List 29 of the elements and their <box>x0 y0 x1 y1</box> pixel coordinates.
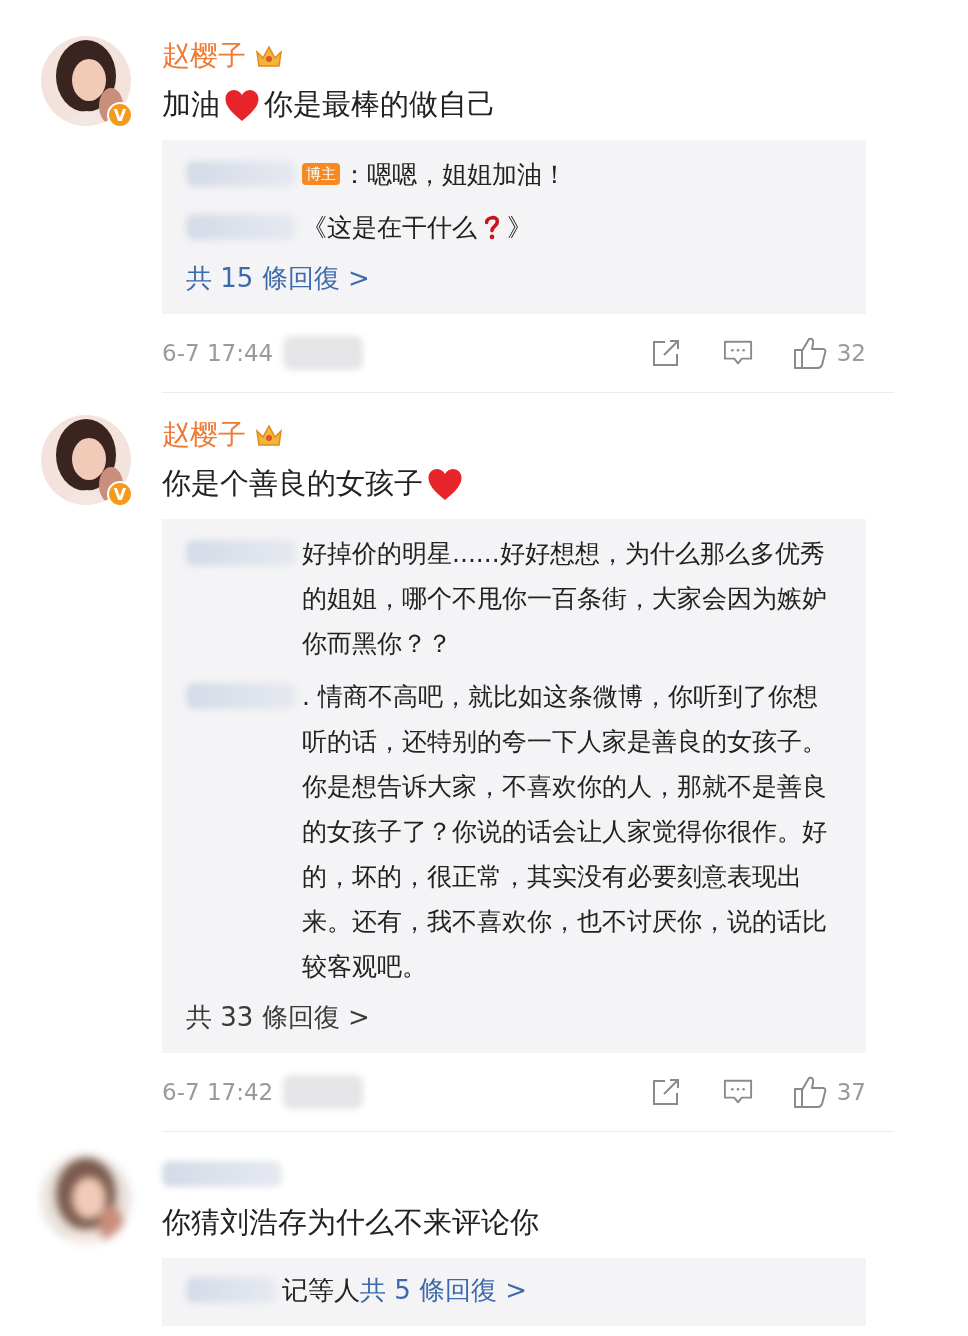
author-badge: 博主 <box>302 163 340 185</box>
reply-text: . 情商不高吧，就比如这条微博，你听到了你想听的话，还特别的夸一下人家是善良的女孩子。你是想告诉大家，不喜欢你的人，那就不是善良的女孩子了？你说的话会让人家觉得你很作。好的，坏的，很正常，其实没有必要刻意表现出来。还有，我不喜欢你，也不讨厌你，说的话比较客观吧。 <box>302 681 828 983</box>
username[interactable]: 赵樱子 <box>162 416 246 454</box>
like-button[interactable]: 37 <box>752 1075 866 1109</box>
heart-icon <box>224 88 260 122</box>
share-icon[interactable] <box>650 338 681 368</box>
comment-text: 加油 <box>162 86 220 123</box>
timestamp: 6-7 17:42 <box>162 1079 274 1105</box>
heart-icon <box>427 467 463 501</box>
reply-text: 《这是在干什么 <box>302 212 477 244</box>
timestamp: 6-7 17:44 <box>162 340 274 366</box>
thumbs-up-icon <box>792 336 827 370</box>
reply-text: ：嗯嗯，姐姐加油！ <box>342 159 567 191</box>
replies-link[interactable]: 共 33 條回復 > <box>186 997 370 1037</box>
comment-text: 你是个善良的女孩子 <box>162 465 423 502</box>
replies-link[interactable]: 共 5 條回復 > <box>360 1270 528 1310</box>
comment-text: 你猜刘浩存为什么不来评论你 <box>162 1204 539 1241</box>
replies-link[interactable]: 共 15 條回復 > <box>186 258 370 298</box>
like-button[interactable]: 32 <box>752 336 866 370</box>
share-icon[interactable] <box>650 1077 681 1107</box>
verified-badge: V <box>107 102 133 128</box>
reply-authors: 记等人 <box>282 1274 360 1307</box>
username[interactable]: 赵樱子 <box>162 37 246 75</box>
reply-text: 》 <box>507 212 532 244</box>
question-icon <box>483 214 501 240</box>
verified-badge: V <box>107 481 133 507</box>
thumbs-up-icon <box>792 1075 827 1109</box>
reply-text: 好掉价的明星......好好想想，为什么那么多优秀的姐姐，哪个不甩你一百条街，大家会因为嫉妒你而黑你？？ <box>302 538 828 660</box>
comment-text: 你是最棒的做自己 <box>264 86 496 123</box>
